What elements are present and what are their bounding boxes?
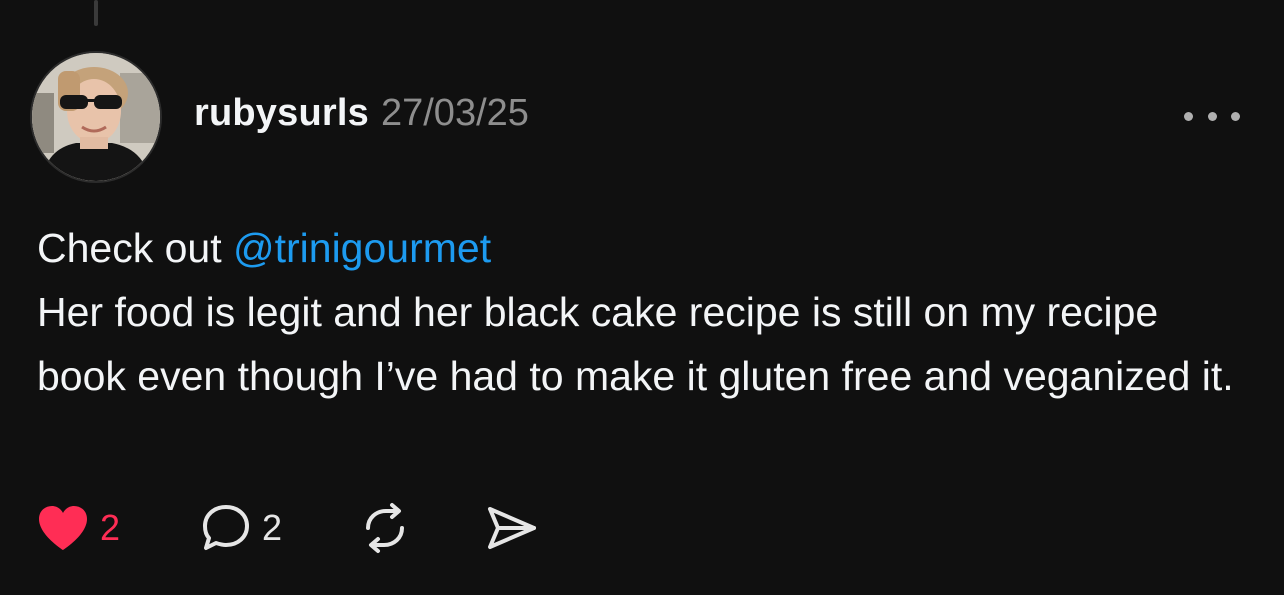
send-icon (488, 507, 536, 549)
post-text-body: Her food is legit and her black cake rec… (37, 289, 1234, 399)
thread-connector-line (94, 0, 98, 26)
share-button[interactable] (484, 498, 540, 558)
avatar[interactable] (30, 51, 162, 183)
speech-bubble-icon (203, 505, 249, 550)
repost-button[interactable] (358, 498, 412, 558)
like-button[interactable]: 2 (36, 498, 120, 558)
more-dot (1184, 111, 1193, 121)
heart-icon (39, 506, 87, 550)
more-dot (1231, 111, 1240, 121)
reply-count: 2 (262, 507, 283, 548)
post-text-line-1: Check out @trinigourmet (37, 216, 1237, 280)
more-dot (1207, 111, 1217, 121)
action-bar: 2 2 (36, 498, 556, 558)
reply-button[interactable]: 2 (200, 498, 282, 558)
post-date: 27/03/25 (380, 92, 529, 134)
post-body: Check out @trinigourmet Her food is legi… (37, 216, 1237, 408)
mention-link[interactable]: @trinigourmet (233, 225, 491, 271)
post-text-prefix: Check out (37, 225, 233, 271)
like-count: 2 (100, 507, 121, 548)
username[interactable]: rubysurls (194, 92, 369, 135)
post-header: rubysurls 27/03/25 (194, 92, 529, 142)
avatar-photo (32, 53, 160, 181)
repost-icon (366, 503, 404, 553)
more-options-icon[interactable] (1184, 96, 1240, 136)
